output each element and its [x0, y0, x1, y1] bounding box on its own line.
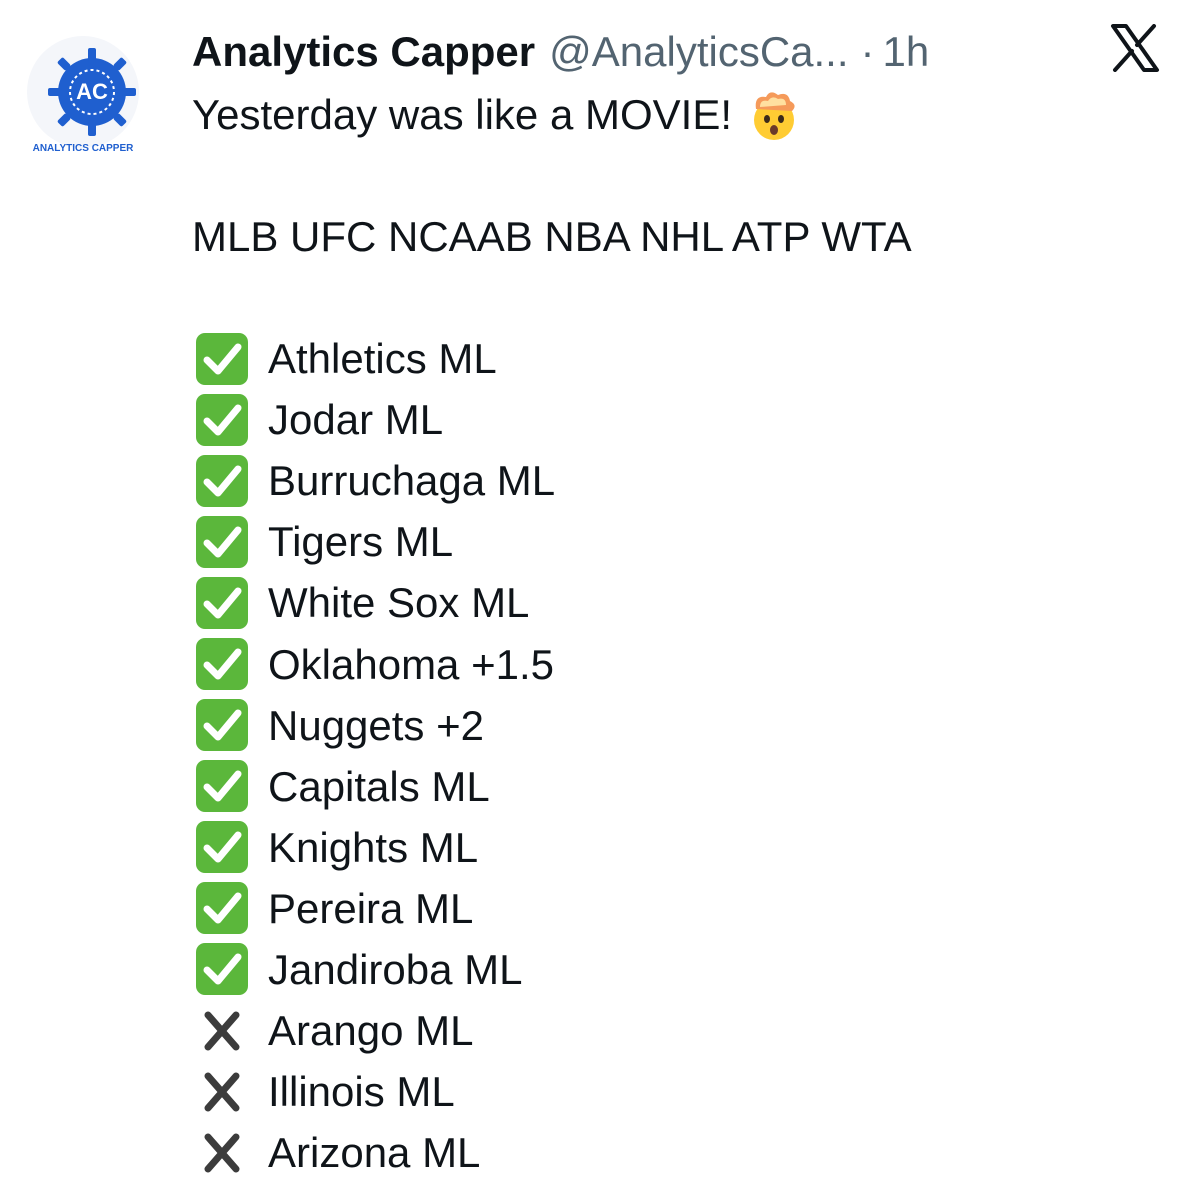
- x-logo-icon[interactable]: [1110, 24, 1160, 72]
- sports-text: MLB UFC NCAAB NBA NHL ATP WTA: [192, 213, 912, 260]
- avatar[interactable]: AC ANALYTICS CAPPER: [26, 26, 140, 168]
- sports-list: MLB UFC NCAAB NBA NHL ATP WTA: [192, 206, 912, 267]
- pick-text: Jandiroba ML: [268, 945, 523, 993]
- pick-item: Athletics ML: [192, 328, 912, 389]
- check-mark-button-icon: [192, 882, 268, 935]
- pick-text: White Sox ML: [268, 579, 530, 627]
- pick-item: Capitals ML: [192, 756, 912, 817]
- picks-list: Athletics ML Jodar ML Burruchaga ML Tigers …: [192, 328, 912, 1183]
- pick-item: Tigers ML: [192, 511, 912, 572]
- pick-item: Jandiroba ML: [192, 939, 912, 1000]
- timestamp[interactable]: 1h: [883, 28, 930, 76]
- pick-text: Knights ML: [268, 823, 479, 871]
- analytics-capper-logo: AC ANALYTICS CAPPER: [27, 36, 139, 154]
- display-name[interactable]: Analytics Capper: [192, 28, 535, 76]
- cross-mark-icon: [192, 1005, 268, 1057]
- check-mark-button-icon: [192, 576, 268, 629]
- pick-text: Illinois ML: [268, 1068, 455, 1116]
- cross-mark-icon: [192, 1066, 268, 1118]
- pick-text: Burruchaga ML: [268, 457, 556, 505]
- svg-text:ANALYTICS CAPPER: ANALYTICS CAPPER: [33, 143, 135, 154]
- check-mark-button-icon: [192, 821, 268, 874]
- check-mark-button-icon: [192, 638, 268, 691]
- exploding-head-emoji-icon: [754, 91, 795, 140]
- check-mark-button-icon: [192, 699, 268, 752]
- pick-text: Arizona ML: [268, 1129, 481, 1177]
- headline-line: Yesterday was like a MOVIE!: [192, 84, 912, 145]
- pick-item: Arango ML: [192, 1000, 912, 1061]
- pick-item: Illinois ML: [192, 1061, 912, 1122]
- pick-text: Athletics ML: [268, 335, 497, 383]
- pick-item: Burruchaga ML: [192, 450, 912, 511]
- pick-text: Tigers ML: [268, 518, 454, 566]
- pick-text: Capitals ML: [268, 762, 490, 810]
- pick-item: Knights ML: [192, 817, 912, 878]
- check-mark-button-icon: [192, 943, 268, 996]
- headline-text: Yesterday was like a MOVIE!: [192, 91, 733, 138]
- pick-text: Oklahoma +1.5: [268, 640, 555, 688]
- pick-item: White Sox ML: [192, 572, 912, 633]
- svg-text:AC: AC: [76, 79, 108, 104]
- separator-dot: ·: [860, 28, 875, 75]
- check-mark-button-icon: [192, 515, 268, 568]
- check-mark-button-icon: [192, 332, 268, 385]
- pick-item: Jodar ML: [192, 389, 912, 450]
- pick-text: Pereira ML: [268, 884, 474, 932]
- check-mark-button-icon: [192, 760, 268, 813]
- check-mark-button-icon: [192, 393, 268, 446]
- pick-item: Pereira ML: [192, 878, 912, 939]
- user-handle[interactable]: @AnalyticsCa...: [549, 28, 848, 76]
- pick-text: Arango ML: [268, 1007, 474, 1055]
- tweet-text: Yesterday was like a MOVIE! MLB UFC NCAA…: [192, 84, 912, 1183]
- check-mark-button-icon: [192, 454, 268, 507]
- cross-mark-icon: [192, 1127, 268, 1179]
- pick-text: Nuggets +2: [268, 701, 484, 749]
- pick-text: Jodar ML: [268, 396, 444, 444]
- pick-item: Arizona ML: [192, 1122, 912, 1183]
- pick-item: Nuggets +2: [192, 695, 912, 756]
- pick-item: Oklahoma +1.5: [192, 633, 912, 694]
- tweet-header: Analytics Capper @AnalyticsCa... · 1h: [192, 24, 929, 80]
